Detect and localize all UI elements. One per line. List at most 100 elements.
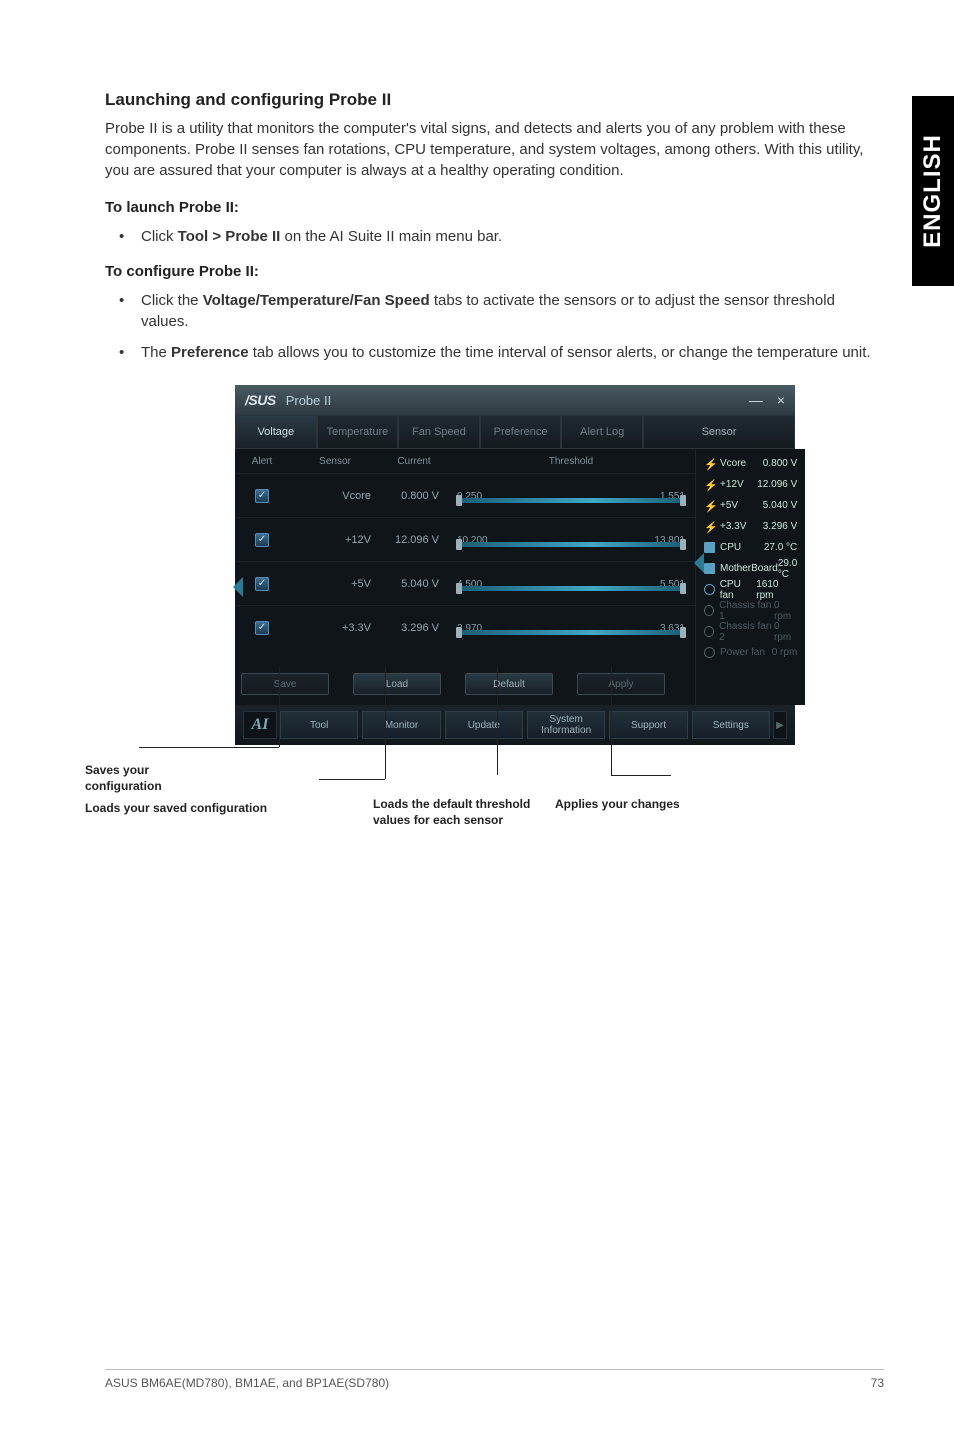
list-item: ⚡Vcore0.800 V: [696, 453, 805, 474]
configure-heading: To configure Probe II:: [105, 263, 884, 280]
menu-monitor[interactable]: Monitor: [362, 711, 440, 739]
menu-tool[interactable]: Tool: [280, 711, 358, 739]
list-item: ⚡+12V12.096 V: [696, 474, 805, 495]
list-item: Power fan0 rpm: [696, 642, 805, 663]
alert-checkbox[interactable]: [255, 533, 269, 547]
tab-alertlog[interactable]: Alert Log: [561, 415, 643, 449]
list-item: CPU fan1610 rpm: [696, 579, 805, 600]
alert-checkbox[interactable]: [255, 621, 269, 635]
sensor-name: +12V: [289, 534, 381, 546]
menu-settings[interactable]: Settings: [692, 711, 770, 739]
sensor-panel-header: Sensor: [643, 415, 795, 449]
tab-fanspeed[interactable]: Fan Speed: [398, 415, 480, 449]
footer-left: ASUS BM6AE(MD780), BM1AE, and BP1AE(SD78…: [105, 1376, 389, 1390]
bolt-icon: ⚡: [704, 521, 715, 532]
tab-preference[interactable]: Preference: [480, 415, 562, 449]
sensor-current: 5.040 V: [381, 578, 447, 590]
slider-handle-high[interactable]: [680, 495, 686, 506]
intro-paragraph: Probe II is a utility that monitors the …: [105, 118, 884, 181]
col-threshold: Threshold: [447, 449, 695, 473]
callout-line: [497, 667, 498, 775]
list-item: ⚡+5V5.040 V: [696, 495, 805, 516]
sensor-row: +3.3V 3.296 V 2.9703.631: [235, 605, 695, 649]
callout-defaults: Loads the default threshold values for e…: [373, 797, 533, 828]
bolt-icon: ⚡: [704, 500, 715, 511]
alert-checkbox[interactable]: [255, 577, 269, 591]
bottom-toolbar: AI Tool Monitor Update System Informatio…: [235, 705, 795, 745]
apply-button[interactable]: Apply: [577, 673, 665, 695]
launch-heading: To launch Probe II:: [105, 199, 884, 216]
col-alert: Alert: [235, 449, 289, 473]
list-item: MotherBoard29.0 °C: [696, 558, 805, 579]
sensor-name: +3.3V: [289, 622, 381, 634]
sensor-row: +5V 5.040 V 4.5005.501: [235, 561, 695, 605]
app-window: /SUS Probe II — × Voltage Temperature Fa…: [235, 385, 795, 745]
fan-icon: [704, 647, 715, 658]
app-title: Probe II: [286, 393, 332, 408]
ai-suite-icon[interactable]: AI: [243, 711, 277, 739]
load-button[interactable]: Load: [353, 673, 441, 695]
sensor-current: 3.296 V: [381, 622, 447, 634]
list-item: ⚡+3.3V3.296 V: [696, 516, 805, 537]
configure-bullet-2: The Preference tab allows you to customi…: [105, 342, 884, 363]
page-footer: ASUS BM6AE(MD780), BM1AE, and BP1AE(SD78…: [105, 1369, 884, 1390]
sensor-row: Vcore 0.800 V 0.2501.551: [235, 473, 695, 517]
menu-update[interactable]: Update: [445, 711, 523, 739]
bolt-icon: ⚡: [704, 479, 715, 490]
chip-icon: [704, 542, 715, 553]
callout-line: [139, 747, 279, 748]
sensor-list: ⚡Vcore0.800 V ⚡+12V12.096 V ⚡+5V5.040 V …: [695, 449, 805, 705]
tab-temperature[interactable]: Temperature: [317, 415, 399, 449]
save-button[interactable]: Save: [241, 673, 329, 695]
callout-saves: Saves your configuration: [85, 763, 195, 794]
tab-voltage[interactable]: Voltage: [235, 415, 317, 449]
menu-scroll-right[interactable]: ▶: [773, 711, 787, 739]
alert-checkbox[interactable]: [255, 489, 269, 503]
menu-system-information[interactable]: System Information: [527, 711, 605, 739]
configure-bullet-1: Click the Voltage/Temperature/Fan Speed …: [105, 290, 884, 332]
slider-handle-high[interactable]: [680, 539, 686, 550]
sensor-current: 12.096 V: [381, 534, 447, 546]
callout-loads: Loads your saved configuration: [85, 801, 295, 817]
slider-handle-low[interactable]: [456, 627, 462, 638]
sensor-row: +12V 12.096 V 10.20013.801: [235, 517, 695, 561]
col-current: Current: [381, 449, 447, 473]
sensor-name: Vcore: [289, 490, 381, 502]
titlebar: /SUS Probe II — ×: [235, 385, 795, 415]
sensor-name: +5V: [289, 578, 381, 590]
slider-handle-low[interactable]: [456, 495, 462, 506]
fan-icon: [704, 626, 714, 637]
sensor-current: 0.800 V: [381, 490, 447, 502]
close-button[interactable]: ×: [777, 392, 785, 408]
slider-handle-low[interactable]: [456, 583, 462, 594]
threshold-slider[interactable]: [457, 586, 685, 591]
chip-icon: [704, 563, 715, 574]
fan-icon: [704, 605, 714, 616]
fan-icon: [704, 584, 715, 595]
threshold-slider[interactable]: [457, 498, 685, 503]
scroll-right-arrow[interactable]: [694, 553, 704, 573]
menu-support[interactable]: Support: [609, 711, 687, 739]
scroll-left-arrow[interactable]: [233, 577, 243, 597]
slider-handle-low[interactable]: [456, 539, 462, 550]
slider-handle-high[interactable]: [680, 583, 686, 594]
col-sensor: Sensor: [289, 449, 381, 473]
brand-logo: /SUS: [245, 392, 276, 408]
section-title: Launching and configuring Probe II: [105, 90, 884, 110]
threshold-slider[interactable]: [457, 542, 685, 547]
callout-line: [279, 667, 280, 747]
default-button[interactable]: Default: [465, 673, 553, 695]
minimize-button[interactable]: —: [749, 392, 763, 408]
launch-bullet: Click Tool > Probe II on the AI Suite II…: [105, 226, 884, 247]
slider-handle-high[interactable]: [680, 627, 686, 638]
list-item: Chassis fan 10 rpm: [696, 600, 805, 621]
list-item: CPU27.0 °C: [696, 537, 805, 558]
footer-page-number: 73: [871, 1376, 884, 1390]
bolt-icon: ⚡: [704, 458, 715, 469]
callout-line: [611, 667, 612, 775]
voltage-panel: Alert Sensor Current Threshold Vcore 0.8…: [235, 449, 695, 705]
callout-applies: Applies your changes: [555, 797, 725, 813]
tab-row: Voltage Temperature Fan Speed Preference…: [235, 415, 795, 449]
list-item: Chassis fan 20 rpm: [696, 621, 805, 642]
threshold-slider[interactable]: [457, 630, 685, 635]
